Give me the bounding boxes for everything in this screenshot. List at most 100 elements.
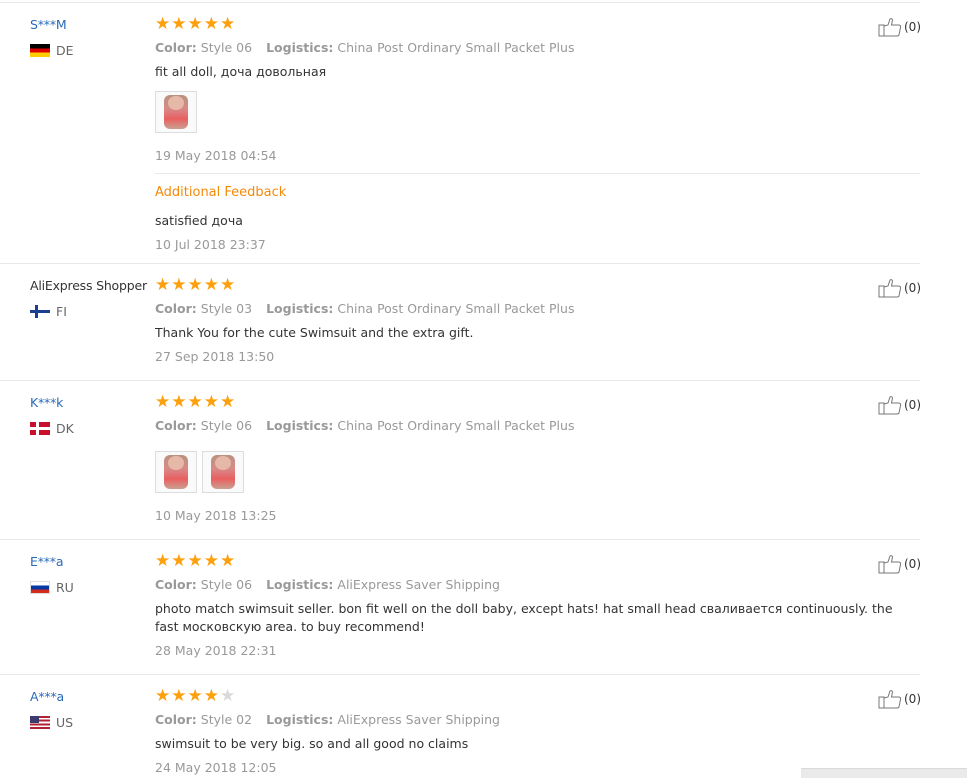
order-info: Color: Style 06 Logistics: China Post Ord… <box>155 40 574 55</box>
review-date: 19 May 2018 04:54 <box>155 148 277 163</box>
color-value: Style 06 <box>200 418 253 433</box>
logistics-value: China Post Ordinary Small Packet Plus <box>337 418 575 433</box>
reviewer-name-link[interactable]: K***k <box>30 395 63 410</box>
helpful-count: (0) <box>904 20 921 34</box>
star-icon: ★ <box>171 275 187 295</box>
star-icon: ★ <box>203 275 219 295</box>
star-icon: ★ <box>155 275 171 295</box>
color-label: Color: <box>155 712 197 727</box>
star-icon: ★ <box>220 14 236 34</box>
review-divider <box>0 539 920 540</box>
logistics-value: AliExpress Saver Shipping <box>337 712 500 727</box>
review-photo-thumbnail[interactable] <box>155 451 197 493</box>
star-icon: ★ <box>187 686 203 706</box>
country-code: DE <box>56 43 74 58</box>
thumbs-up-icon <box>878 396 902 415</box>
star-icon: ★ <box>220 392 236 412</box>
additional-feedback-divider <box>155 173 920 174</box>
star-rating: ★ ★ ★ ★ ★ <box>155 394 235 411</box>
reviewer-country: FI <box>30 304 67 319</box>
order-info: Color: Style 06 Logistics: China Post Ord… <box>155 418 574 433</box>
country-code: RU <box>56 580 74 595</box>
reviewer-name-link[interactable]: AliExpress Shopper <box>30 278 147 293</box>
star-icon: ★ <box>155 14 171 34</box>
color-value: Style 06 <box>200 577 253 592</box>
review-text: swimsuit to be very big. so and all good… <box>155 736 469 751</box>
star-icon: ★ <box>155 686 171 706</box>
helpful-button[interactable]: (0) <box>878 554 921 574</box>
star-icon: ★ <box>203 551 219 571</box>
reviewer-name-link[interactable]: A***a <box>30 689 64 704</box>
review-date: 24 May 2018 12:05 <box>155 760 277 775</box>
star-icon: ★ <box>220 551 236 571</box>
review-date: 27 Sep 2018 13:50 <box>155 349 275 364</box>
color-label: Color: <box>155 301 197 316</box>
reviewer-name-link[interactable]: E***a <box>30 554 64 569</box>
top-divider <box>0 2 920 3</box>
order-info: Color: Style 06 Logistics: AliExpress Sav… <box>155 577 500 592</box>
helpful-count: (0) <box>904 281 921 295</box>
country-code: US <box>56 715 74 730</box>
star-icon: ★ <box>171 551 187 571</box>
helpful-button[interactable]: (0) <box>878 395 921 415</box>
thumbs-up-icon <box>878 18 902 37</box>
additional-feedback-date: 10 Jul 2018 23:37 <box>155 237 266 252</box>
star-icon: ★ <box>187 14 203 34</box>
helpful-count: (0) <box>904 692 921 706</box>
reviewer-name-link[interactable]: S***M <box>30 17 67 32</box>
thumbs-up-icon <box>878 690 902 709</box>
star-empty-icon: ★ <box>220 686 236 706</box>
star-rating: ★ ★ ★ ★ ★ <box>155 553 235 570</box>
review-divider <box>0 380 920 381</box>
star-icon: ★ <box>171 392 187 412</box>
star-rating: ★ ★ ★ ★ ★ <box>155 688 235 705</box>
color-value: Style 03 <box>200 301 253 316</box>
star-rating: ★ ★ ★ ★ ★ <box>155 16 235 33</box>
horizontal-scrollbar[interactable] <box>801 768 967 778</box>
star-icon: ★ <box>220 275 236 295</box>
additional-feedback-heading: Additional Feedback <box>155 185 287 200</box>
thumbs-up-icon <box>878 279 902 298</box>
order-info: Color: Style 02 Logistics: AliExpress Sav… <box>155 712 500 727</box>
logistics-label: Logistics: <box>266 40 334 55</box>
country-code: FI <box>56 304 67 319</box>
logistics-label: Logistics: <box>266 712 334 727</box>
logistics-value: China Post Ordinary Small Packet Plus <box>337 301 575 316</box>
review-photo-thumbnail[interactable] <box>202 451 244 493</box>
star-icon: ★ <box>203 686 219 706</box>
review-divider <box>0 263 920 264</box>
logistics-value: China Post Ordinary Small Packet Plus <box>337 40 575 55</box>
star-icon: ★ <box>187 275 203 295</box>
helpful-count: (0) <box>904 398 921 412</box>
logistics-label: Logistics: <box>266 418 334 433</box>
star-icon: ★ <box>155 392 171 412</box>
star-icon: ★ <box>187 551 203 571</box>
star-icon: ★ <box>203 14 219 34</box>
helpful-count: (0) <box>904 557 921 571</box>
review-text: photo match swimsuit seller. bon fit wel… <box>155 601 893 634</box>
star-rating: ★ ★ ★ ★ ★ <box>155 277 235 294</box>
flag-ru-icon <box>30 581 50 594</box>
reviewer-country: DK <box>30 421 74 436</box>
star-icon: ★ <box>203 392 219 412</box>
helpful-button[interactable]: (0) <box>878 278 921 298</box>
logistics-label: Logistics: <box>266 301 334 316</box>
logistics-value: AliExpress Saver Shipping <box>337 577 500 592</box>
color-label: Color: <box>155 40 197 55</box>
order-info: Color: Style 03 Logistics: China Post Ord… <box>155 301 574 316</box>
country-code: DK <box>56 421 74 436</box>
review-photo-thumbnail[interactable] <box>155 91 197 133</box>
review-text: fit all doll, доча довольная <box>155 64 327 79</box>
flag-de-icon <box>30 44 50 57</box>
review-date: 28 May 2018 22:31 <box>155 643 277 658</box>
helpful-button[interactable]: (0) <box>878 17 921 37</box>
thumbs-up-icon <box>878 555 902 574</box>
review-text: Thank You for the cute Swimsuit and the … <box>155 325 474 340</box>
helpful-button[interactable]: (0) <box>878 689 921 709</box>
star-icon: ★ <box>155 551 171 571</box>
star-icon: ★ <box>171 14 187 34</box>
flag-dk-icon <box>30 422 50 435</box>
color-value: Style 06 <box>200 40 253 55</box>
review-divider <box>0 674 920 675</box>
reviewer-country: DE <box>30 43 74 58</box>
